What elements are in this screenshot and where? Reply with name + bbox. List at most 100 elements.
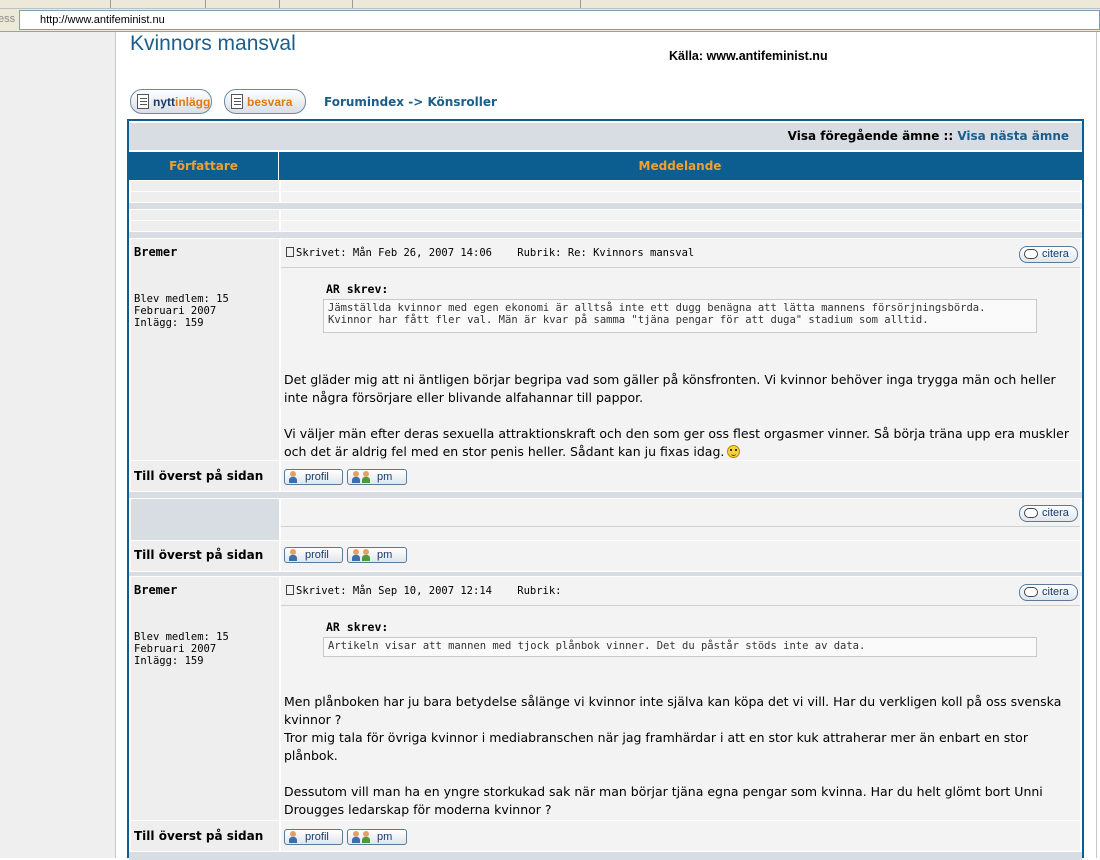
pm-button-label: pm xyxy=(377,549,393,561)
address-input[interactable]: http://www.antifeminist.nu xyxy=(19,10,1100,30)
spacer-cell xyxy=(131,181,279,191)
back-to-top-link[interactable]: Till överst på sidan xyxy=(134,548,263,562)
toolbar-strip xyxy=(0,0,1100,9)
post-row: Bremer Blev medlem: 15 Februari 2007 Inl… xyxy=(129,577,1082,820)
quote-author: AR skrev: xyxy=(326,620,389,634)
url-text[interactable]: http://www.antifeminist.nu xyxy=(40,14,165,26)
pm-button[interactable]: pm xyxy=(347,547,407,563)
spacer-cell xyxy=(131,192,279,202)
quote-button-label: citera xyxy=(1042,507,1069,519)
user-icon xyxy=(352,549,360,561)
spacer-cell xyxy=(131,210,279,220)
nav-separator: :: xyxy=(939,129,958,143)
member-since: Blev medlem: 15 xyxy=(134,631,229,643)
quote-button-label: citera xyxy=(1042,248,1069,260)
next-topic-link[interactable]: Visa nästa ämne xyxy=(957,129,1069,143)
quote-button[interactable]: citera xyxy=(1019,246,1078,263)
new-post-label-a: nytt xyxy=(153,94,175,109)
profile-button-label: profil xyxy=(305,471,329,483)
toolbar-divider xyxy=(580,0,581,8)
post-header: Skrivet: Mån Sep 10, 2007 12:14 Rubrik: xyxy=(286,585,562,597)
post-separator xyxy=(281,267,1080,268)
member-month: Februari 2007 xyxy=(134,305,217,317)
topic-nav-row: Visa föregående ämne :: Visa nästa ämne xyxy=(129,123,1082,150)
post-header-text: Skrivet: Mån Feb 26, 2007 14:06 Rubrik: … xyxy=(296,247,695,259)
post-paragraph: Vi väljer män efter deras sexuella attra… xyxy=(284,426,1069,459)
profile-button[interactable]: profil xyxy=(284,469,343,485)
spacer-cell xyxy=(281,221,1080,231)
breadcrumb-separator: -> xyxy=(404,95,428,109)
profile-icon xyxy=(289,831,297,843)
pm-button-label: pm xyxy=(377,831,393,843)
member-since: Blev medlem: 15 xyxy=(134,293,229,305)
profile-button[interactable]: profil xyxy=(284,829,343,845)
post-author[interactable]: Bremer xyxy=(134,583,177,597)
toolbar-divider xyxy=(205,0,206,8)
forum-table: Visa föregående ämne :: Visa nästa ämne … xyxy=(127,119,1084,860)
post-footer-right: profil pm xyxy=(281,821,1080,851)
post-count: Inlägg: 159 xyxy=(134,655,204,667)
post-paragraph: Det gläder mig att ni äntligen börjar be… xyxy=(284,372,1056,405)
member-month: Februari 2007 xyxy=(134,643,217,655)
document-icon xyxy=(137,94,149,109)
breadcrumb: Forumindex -> Könsroller xyxy=(324,95,497,109)
divider-row xyxy=(129,572,1082,576)
source-label: Källa: www.antifeminist.nu xyxy=(669,49,828,63)
toolbar-divider xyxy=(110,0,111,8)
prev-topic-link[interactable]: Visa föregående ämne xyxy=(788,129,940,143)
profile-icon xyxy=(289,471,297,483)
post-header-text: Skrivet: Mån Sep 10, 2007 12:14 Rubrik: xyxy=(296,585,562,597)
spacer-row xyxy=(129,221,1082,231)
speech-bubble-icon xyxy=(1024,508,1038,518)
address-bar-area: ess http://www.antifeminist.nu xyxy=(0,0,1100,32)
profile-icon xyxy=(289,549,297,561)
post-footer-row: Till överst på sidan profil pm xyxy=(129,461,1082,491)
post-message: Det gläder mig att ni äntligen börjar be… xyxy=(284,371,1076,461)
post-body-cell: citera xyxy=(281,499,1080,540)
post-paragraph: Men plånboken har ju bara betydelse sålä… xyxy=(284,694,1062,727)
back-to-top-link[interactable]: Till överst på sidan xyxy=(134,469,263,483)
column-message: Meddelande xyxy=(638,159,722,173)
spacer-cell xyxy=(281,210,1080,220)
spacer-row xyxy=(129,181,1082,191)
page-title[interactable]: Kvinnors mansval xyxy=(130,32,296,56)
spacer-row xyxy=(129,192,1082,202)
post-icon xyxy=(286,247,294,257)
post-row: Bremer Blev medlem: 15 Februari 2007 Inl… xyxy=(129,239,1082,460)
address-label: ess xyxy=(0,13,16,25)
post-author-cell: Bremer Blev medlem: 15 Februari 2007 Inl… xyxy=(131,239,279,460)
pm-button[interactable]: pm xyxy=(347,469,407,485)
left-margin xyxy=(0,32,115,858)
divider-row xyxy=(129,852,1082,860)
quote-button[interactable]: citera xyxy=(1019,505,1078,522)
back-to-top-link[interactable]: Till överst på sidan xyxy=(134,829,263,843)
new-post-button[interactable]: nytt inlägg xyxy=(130,89,212,114)
divider-row xyxy=(129,203,1082,209)
post-row: citera xyxy=(129,499,1082,540)
reply-label: besvara xyxy=(247,94,293,109)
post-footer-right: profil pm xyxy=(281,461,1080,491)
post-separator xyxy=(281,526,1080,527)
breadcrumb-forumindex[interactable]: Forumindex xyxy=(324,95,404,109)
speech-bubble-icon xyxy=(1024,249,1038,259)
reply-button[interactable]: besvara xyxy=(224,89,306,114)
spacer-cell xyxy=(281,192,1080,202)
post-body-cell: Skrivet: Mån Sep 10, 2007 12:14 Rubrik: … xyxy=(281,577,1080,820)
post-count: Inlägg: 159 xyxy=(134,317,204,329)
post-message: Men plånboken har ju bara betydelse sålä… xyxy=(284,693,1076,819)
divider-row xyxy=(129,232,1082,238)
pm-button[interactable]: pm xyxy=(347,829,407,845)
user-icon xyxy=(352,471,360,483)
quote-button[interactable]: citera xyxy=(1019,584,1078,601)
left-border xyxy=(115,32,116,858)
post-paragraph-wrap: Vi väljer män efter deras sexuella attra… xyxy=(284,425,1076,461)
table-header: Författare Meddelande xyxy=(129,152,1082,180)
post-author[interactable]: Bremer xyxy=(134,245,177,259)
breadcrumb-category[interactable]: Könsroller xyxy=(427,95,496,109)
post-footer-left: Till överst på sidan xyxy=(131,541,279,571)
spacer-cell xyxy=(281,181,1080,191)
post-body-cell: Skrivet: Mån Feb 26, 2007 14:06 Rubrik: … xyxy=(281,239,1080,460)
post-footer-right: profil pm xyxy=(281,541,1080,571)
user-icon xyxy=(362,831,370,843)
profile-button[interactable]: profil xyxy=(284,547,343,563)
